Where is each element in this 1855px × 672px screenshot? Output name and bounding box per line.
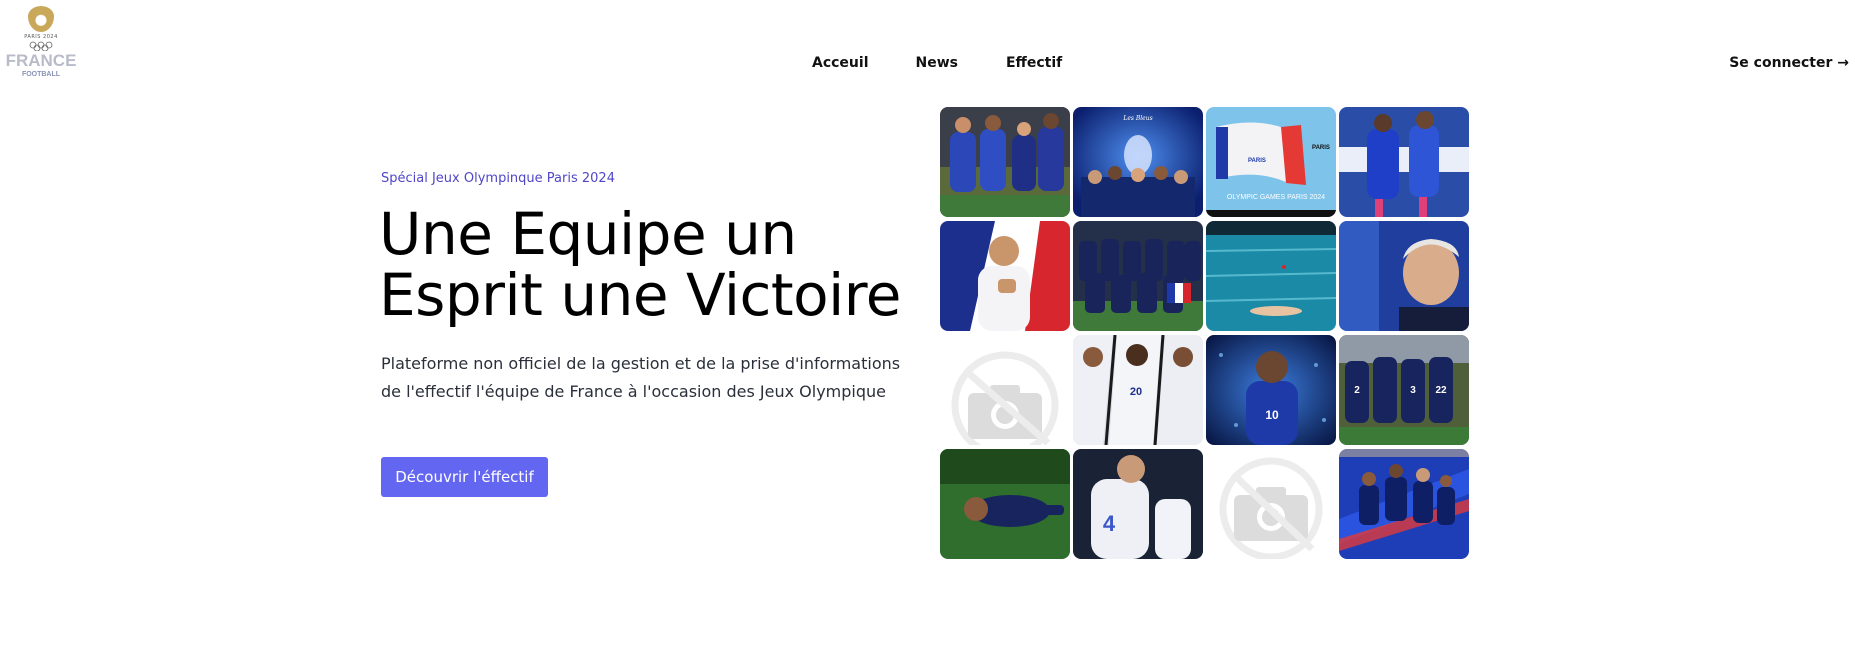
photo-team-celebration-blue[interactable] xyxy=(1339,449,1469,559)
photo-swimming-pool[interactable] xyxy=(1206,221,1336,331)
hero-eyebrow: Spécial Jeux Olympinque Paris 2024 xyxy=(381,171,615,186)
jersey-number: 3 xyxy=(1410,385,1416,396)
login-link[interactable]: Se connecter → xyxy=(1729,55,1849,71)
photo-team-trophy-poster[interactable]: Les Bleus xyxy=(1073,107,1203,217)
main-nav: Acceuil News Effectif xyxy=(812,55,1062,71)
hero-description: Plateforme non officiel de la gestion et… xyxy=(381,354,901,401)
discover-squad-button[interactable]: Découvrir l'éffectif xyxy=(381,457,548,497)
photo-player-white-kit[interactable]: 4 xyxy=(1073,449,1203,559)
flag-label-2: PARIS xyxy=(1312,145,1330,151)
flag-label: PARIS xyxy=(1248,158,1266,164)
photo-paris-olympic-flag[interactable]: PARIS PARIS OLYMPIC GAMES PARIS 2024 xyxy=(1206,107,1336,217)
jersey-number: 2 xyxy=(1354,385,1360,396)
hero-title: Une Equipe un Esprit une Victoire xyxy=(379,204,919,326)
jersey-number: 20 xyxy=(1130,386,1142,398)
olympic-rings-icon xyxy=(29,41,53,51)
photo-players-celebrating[interactable] xyxy=(940,107,1070,217)
photo-player-on-ground[interactable] xyxy=(940,449,1070,559)
photo-player-hand-on-chest[interactable] xyxy=(940,221,1070,331)
photo-coach-portrait[interactable] xyxy=(1339,221,1469,331)
image-placeholder xyxy=(1206,449,1336,559)
image-placeholder xyxy=(940,335,1070,445)
photo-players-running[interactable] xyxy=(1339,107,1469,217)
photo-three-players[interactable]: 20 xyxy=(1073,335,1203,445)
poster-caption: Les Bleus xyxy=(1122,115,1152,122)
photo-team-lineup[interactable] xyxy=(1073,221,1203,331)
hero-title-line-1: Une Equipe un xyxy=(379,200,797,268)
nav-item-news[interactable]: News xyxy=(916,55,958,71)
flag-caption: OLYMPIC GAMES PARIS 2024 xyxy=(1227,194,1325,201)
jersey-number: 22 xyxy=(1435,385,1447,396)
photo-player-number-10[interactable]: 10 xyxy=(1206,335,1336,445)
nav-item-effectif[interactable]: Effectif xyxy=(1006,55,1062,71)
nav-item-acceuil[interactable]: Acceuil xyxy=(812,55,869,71)
olympic-flame-icon xyxy=(28,6,54,32)
hero-title-line-2: Esprit une Victoire xyxy=(379,261,901,329)
photo-gallery: Les Bleus PARIS PARIS OLYMPIC GAMES PARI… xyxy=(940,107,1469,559)
logo-main-text: FRANCE xyxy=(5,51,77,70)
jersey-number: 10 xyxy=(1265,408,1279,422)
site-logo[interactable]: PARIS 2024 FRANCE FOOTBALL xyxy=(4,6,78,88)
jersey-number: 4 xyxy=(1103,511,1116,536)
logo-sub-text: FOOTBALL xyxy=(21,71,61,78)
logo-top-text: PARIS 2024 xyxy=(24,34,58,40)
photo-team-huddle[interactable]: 2 3 22 xyxy=(1339,335,1469,445)
